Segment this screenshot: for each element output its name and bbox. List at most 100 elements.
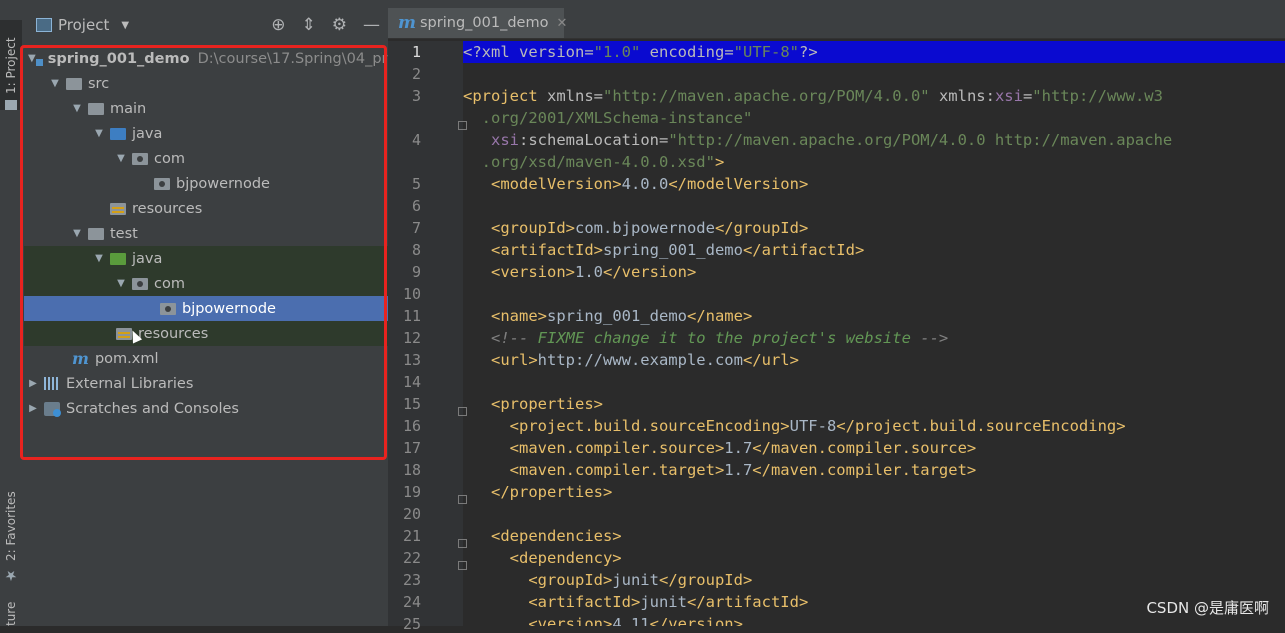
library-icon: [44, 377, 60, 390]
close-icon[interactable]: ✕: [556, 16, 567, 31]
tree-item-label: java: [132, 125, 163, 142]
tree-item-label: com: [154, 150, 185, 167]
code-editor[interactable]: <?xml version="1.0" encoding="UTF-8"?> <…: [463, 41, 1285, 626]
project-name: spring_001_demo: [47, 50, 190, 67]
package-icon: [160, 302, 176, 315]
line-number: 7: [411, 219, 421, 237]
line-number: 22: [402, 549, 421, 567]
tree-item-label: main: [110, 100, 147, 117]
tree-item-project-root[interactable]: ▼ spring_001_demo D:\course\17.Spring\04…: [24, 46, 392, 71]
expand-arrow-icon[interactable]: ▼: [94, 253, 104, 264]
resources-folder-icon: [110, 202, 126, 215]
favorites-tool-tab-label: 2: Favorites: [4, 491, 18, 561]
expand-arrow-icon[interactable]: ▶: [28, 403, 38, 414]
line-number: 17: [402, 439, 421, 457]
code-line: <groupId>junit</groupId>: [463, 571, 753, 589]
line-number: 18: [402, 461, 421, 479]
line-number: 24: [402, 593, 421, 611]
code-line: <groupId>com.bjpowernode</groupId>: [463, 219, 809, 237]
tree-item-src[interactable]: ▼ src: [24, 71, 414, 96]
collapse-all-icon[interactable]: ⇕: [302, 15, 316, 35]
line-number: 1: [411, 43, 421, 61]
code-line: <dependencies>: [463, 527, 622, 545]
project-view-selector[interactable]: Project ▼: [36, 16, 129, 34]
line-number: 10: [402, 285, 421, 303]
line-number: 15: [402, 395, 421, 413]
project-panel: Project ▼ ⊕ ⇕ ⚙ — ▼ spring_001_demo D:\c…: [24, 8, 524, 626]
line-number-gutter: 1 2 3 4 5 6 7 8 9 10 11 12 13 14 15 16 17 18 19 20 21 22 23 24 2…: [388, 41, 467, 633]
code-line: .org/2001/XMLSchema-instance": [463, 109, 753, 127]
code-line: <modelVersion>4.0.0</modelVersion>: [463, 175, 809, 193]
line-number: 14: [402, 373, 421, 391]
tree-item-pom[interactable]: m pom.xml: [24, 346, 436, 371]
editor-tab-bar: m spring_001_demo ✕: [388, 8, 1285, 39]
locate-icon[interactable]: ⊕: [271, 15, 285, 35]
line-number: 6: [411, 197, 421, 215]
favorites-tool-tab[interactable]: ★ 2: Favorites: [0, 478, 22, 583]
line-number: 5: [411, 175, 421, 193]
code-line: <dependency>: [463, 549, 622, 567]
editor-area: m spring_001_demo ✕ 1 2 3 4 5 6 7 8 9 10 11 12 13 14 1…: [388, 8, 1285, 633]
expand-arrow-icon[interactable]: ▼: [94, 128, 104, 139]
tree-item-label: src: [88, 75, 110, 92]
code-line: .org/xsd/maven-4.0.0.xsd">: [463, 153, 725, 171]
left-tool-bar: 1: Project ★ 2: Favorites ture: [0, 8, 25, 626]
editor-tab-pom[interactable]: m spring_001_demo ✕: [388, 8, 567, 38]
folder-icon: [88, 102, 104, 115]
package-icon: [132, 152, 148, 165]
line-number: 23: [402, 571, 421, 589]
expand-arrow-icon[interactable]: ▼: [116, 278, 126, 289]
line-number: 3: [411, 87, 421, 105]
star-icon: ★: [3, 567, 19, 583]
expand-arrow-icon[interactable]: ▼: [116, 153, 126, 164]
project-path: D:\course\17.Spring\04_pro: [197, 50, 392, 67]
code-line: <properties>: [463, 395, 603, 413]
panel-toolbar: ⊕ ⇕ ⚙ —: [271, 15, 380, 35]
minimize-icon[interactable]: —: [363, 15, 380, 35]
line-number: 9: [411, 263, 421, 281]
project-tool-tab-label: 1: Project: [4, 37, 18, 94]
package-icon: [132, 277, 148, 290]
code-line: <?xml version="1.0" encoding="UTF-8"?>: [463, 41, 1285, 63]
line-number: 20: [402, 505, 421, 523]
project-tool-tab[interactable]: 1: Project: [0, 20, 22, 110]
line-number: 21: [402, 527, 421, 545]
code-line: xsi:schemaLocation="http://maven.apache.…: [491, 131, 1173, 149]
gear-icon[interactable]: ⚙: [332, 15, 347, 35]
code-line: <!-- FIXME change it to the project's we…: [463, 329, 949, 347]
project-panel-header: Project ▼ ⊕ ⇕ ⚙ —: [24, 8, 388, 46]
code-line: <url>http://www.example.com</url>: [463, 351, 799, 369]
tree-item-label: bjpowernode: [182, 300, 276, 317]
expand-arrow-icon[interactable]: ▶: [28, 378, 38, 389]
structure-tool-tab-label: ture: [4, 601, 18, 626]
tree-item-label: java: [132, 250, 163, 267]
line-number: 4: [411, 131, 421, 149]
expand-arrow-icon[interactable]: ▼: [72, 228, 82, 239]
expand-arrow-icon[interactable]: ▼: [50, 78, 60, 89]
code-line: <name>spring_001_demo</name>: [463, 307, 753, 325]
project-view-icon: [36, 18, 52, 32]
line-number: 16: [402, 417, 421, 435]
tree-item-label: com: [154, 275, 185, 292]
test-source-folder-icon: [110, 252, 126, 265]
editor-tab-label: spring_001_demo: [420, 15, 549, 31]
code-line: </properties>: [463, 483, 613, 501]
tree-item-test[interactable]: ▼ test: [24, 221, 436, 246]
watermark: CSDN @是庸医啊: [1146, 599, 1269, 617]
code-line: <maven.compiler.source>1.7</maven.compil…: [463, 439, 977, 457]
line-number: 8: [411, 241, 421, 259]
project-panel-title: Project: [58, 16, 110, 34]
tree-item-label: resources: [138, 325, 209, 342]
structure-tool-tab[interactable]: ture: [0, 598, 22, 626]
folder-icon: [88, 227, 104, 240]
folder-icon: [5, 100, 17, 110]
code-line: <maven.compiler.target>1.7</maven.compil…: [463, 461, 977, 479]
scratches-icon: [44, 401, 61, 417]
line-number: 11: [402, 307, 421, 325]
tree-item-label: test: [110, 225, 138, 242]
tree-item-main[interactable]: ▼ main: [24, 96, 436, 121]
tree-item-scratches[interactable]: ▶ Scratches and Consoles: [24, 396, 392, 421]
expand-arrow-icon[interactable]: ▼: [72, 103, 82, 114]
tree-item-external-libraries[interactable]: ▶ External Libraries: [24, 371, 392, 396]
maven-icon: m: [72, 349, 89, 368]
